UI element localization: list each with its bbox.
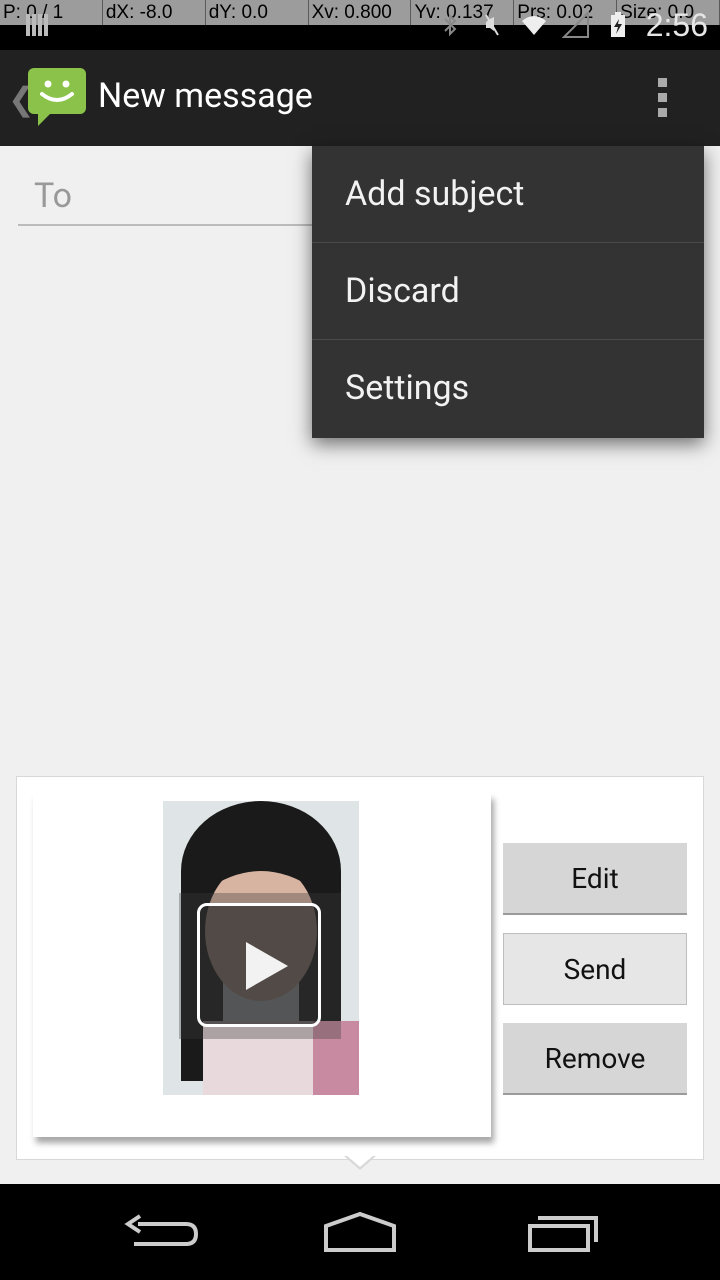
play-button[interactable] <box>197 903 321 1027</box>
navigation-bar <box>0 1184 720 1280</box>
debug-dx: dX: -8.0 <box>103 0 206 25</box>
remove-button[interactable]: Remove <box>503 1023 687 1095</box>
bluetooth-icon <box>444 13 457 37</box>
recent-apps-icon[interactable] <box>524 1208 604 1256</box>
attachment-card[interactable] <box>33 793 491 1137</box>
debug-dy: dY: 0.0 <box>206 0 309 25</box>
menu-item-add-subject[interactable]: Add subject <box>312 146 704 243</box>
to-recipient-field[interactable]: To <box>18 160 334 226</box>
play-icon <box>246 942 288 990</box>
attachment-panel: Edit Send Remove <box>16 776 704 1160</box>
menu-item-discard[interactable]: Discard <box>312 243 704 340</box>
debug-pointer: P: 0 / 1 <box>0 0 103 25</box>
status-icons: 2:56 <box>436 0 720 50</box>
edit-button[interactable]: Edit <box>503 843 687 915</box>
overflow-menu-icon[interactable] <box>655 74 671 122</box>
menu-item-settings[interactable]: Settings <box>312 340 704 437</box>
attachment-buttons: Edit Send Remove <box>503 843 687 1113</box>
debug-xv: Xv: 0.800 <box>309 0 412 25</box>
to-placeholder: To <box>34 176 73 216</box>
wifi-icon <box>521 16 546 35</box>
mute-icon <box>484 14 499 36</box>
signal-bars-icon <box>26 14 48 36</box>
panel-pointer-fill <box>346 1155 374 1167</box>
action-bar: ❮ New message <box>0 50 720 146</box>
overflow-menu: Add subject Discard Settings <box>312 146 704 438</box>
send-button[interactable]: Send <box>503 933 687 1005</box>
back-icon[interactable] <box>120 1208 200 1256</box>
messaging-app-icon[interactable] <box>26 66 88 128</box>
cell-signal-icon <box>561 11 589 38</box>
page-title: New message <box>98 76 313 116</box>
home-icon[interactable] <box>320 1208 400 1256</box>
battery-charging-icon <box>610 12 625 37</box>
clock: 2:56 <box>645 7 708 43</box>
status-bar: P: 0 / 1 dX: -8.0 dY: 0.0 Xv: 0.800 Yv: … <box>0 0 720 50</box>
